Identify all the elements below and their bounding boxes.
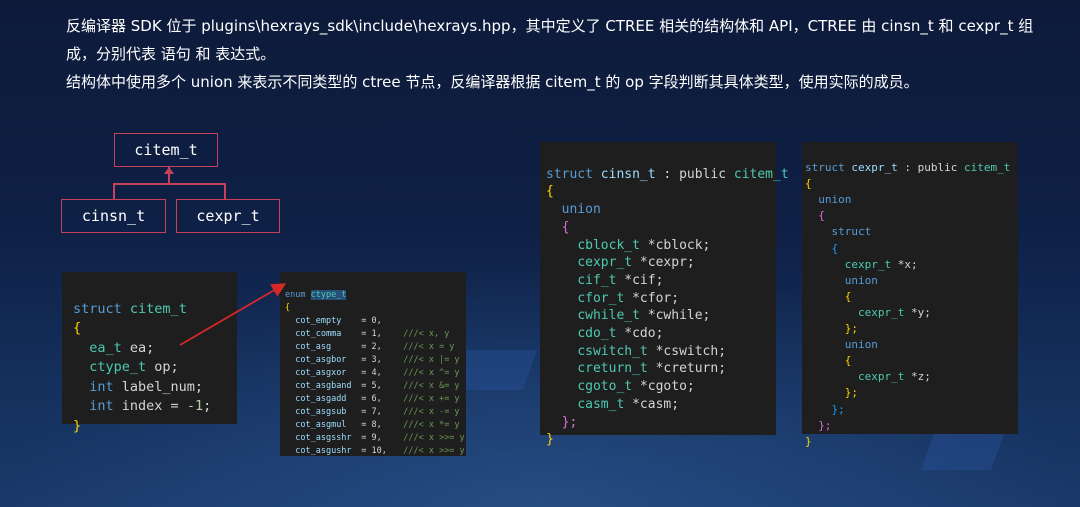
cexpr-struct-close: }; (831, 402, 845, 416)
cinsn-member: casm_t *casm; (577, 396, 680, 412)
cinsn-member: cswitch_t *cswitch; (577, 343, 727, 359)
cinsn-line-header: struct cinsn_t : public citem_t (546, 166, 789, 182)
citem-line-header: struct citem_t (73, 300, 187, 317)
description-text: 反编译器 SDK 位于 plugins\hexrays_sdk\include\… (66, 12, 1066, 96)
enum-entry: cot_comma = 1,///< x, y (295, 329, 450, 339)
enum-entry: cot_empty = 0, (295, 316, 382, 326)
cinsn-member: cfor_t *cfor; (577, 290, 680, 306)
cinsn-member: cwhile_t *cwhile; (577, 308, 711, 324)
cexpr-union-y-open: { (844, 289, 852, 303)
cinsn-member: cif_t *cif; (577, 272, 664, 288)
cinsn-member: cexpr_t *cexpr; (577, 255, 695, 271)
cexpr-code-block: struct cexpr_t : public citem_t { union {… (802, 142, 1018, 448)
cexpr-line-header: struct cexpr_t : public citem_t (805, 161, 1011, 175)
diagram-horizontal-connector (113, 183, 225, 185)
cinsn-close-brace: } (546, 432, 554, 448)
enum-entry: cot_asgsshr = 9,///< x >>= y (295, 433, 465, 443)
cexpr-field-y: cexpr_t *y; (857, 305, 931, 319)
enum-line-header: enum ctype_t (285, 290, 347, 300)
diagram-arrow-head (164, 167, 174, 174)
cexpr-struct-open: { (831, 241, 839, 255)
enum-entry: cot_asg = 2,///< x = y (295, 342, 455, 352)
cinsn-member: cdo_t *cdo; (577, 326, 664, 342)
enum-entry: cot_asgushr = 10,///< x >>= y (295, 446, 465, 456)
enum-entries: cot_empty = 0, cot_comma = 1,///< x, y cot… (285, 315, 465, 456)
enum-entry: cot_asgsub = 7,///< x -= y (295, 407, 460, 417)
cexpr-close-brace: } (805, 434, 812, 448)
cexpr-union-z-open: { (844, 354, 852, 368)
enum-entry: cot_asgadd = 6,///< x += y (295, 394, 460, 404)
citem-field-label-num: int label_num; (89, 378, 204, 395)
diagram-child-cinsn: cinsn_t (61, 199, 166, 233)
cinsn-member: creturn_t *creturn; (577, 361, 727, 377)
cinsn-members: cblock_t *cblock; cexpr_t *cexpr; cif_t … (546, 237, 770, 414)
cinsn-member: cgoto_t *cgoto; (577, 379, 695, 395)
cinsn-code-block: struct cinsn_t : public citem_t { union {… (540, 142, 789, 447)
enum-entry: cot_asgmul = 8,///< x *= y (295, 420, 460, 430)
diagram-right-label: cexpr_t (196, 207, 260, 225)
citem-field-op: ctype_t op; (89, 359, 179, 375)
cinsn-union-open: { (561, 219, 570, 235)
diagram-right-connector (224, 183, 226, 199)
diagram-left-label: cinsn_t (81, 207, 146, 225)
cinsn-union: union (561, 202, 601, 218)
citem-field-index: int index = -1; (89, 398, 212, 414)
cexpr-union-y-close: }; (844, 322, 858, 336)
diagram-child-cexpr: cexpr_t (176, 199, 280, 233)
cexpr-union-y: union (844, 273, 878, 287)
citem-open-brace: { (73, 320, 82, 336)
enum-entry: cot_asgband = 5,///< x &= y (295, 381, 460, 391)
cexpr-field-z: cexpr_t *z; (857, 370, 931, 384)
citem-close-brace: } (73, 417, 82, 434)
description-line-3: 结构体中使用多个 union 来表示不同类型的 ctree 节点，反编译器根据 … (66, 73, 919, 91)
description-line-2: 成，分别代表 语句 和 表达式。 (66, 45, 276, 63)
cinsn-open-brace: { (546, 184, 554, 200)
enum-open-brace: { (285, 303, 291, 313)
cexpr-union-z: union (844, 338, 878, 352)
cinsn-member: cblock_t *cblock; (577, 237, 711, 253)
description-line-1: 反编译器 SDK 位于 plugins\hexrays_sdk\include\… (66, 17, 1034, 35)
cexpr-union: union (818, 193, 852, 207)
citem-code-block: struct citem_t { ea_t ea; ctype_t op; int… (62, 272, 237, 434)
enum-entry: cot_asgbor = 3,///< x |= y (295, 355, 460, 365)
diagram-root-citem: citem_t (114, 133, 218, 167)
cexpr-union-close: }; (818, 418, 832, 432)
diagram-left-connector (113, 183, 115, 199)
cexpr-field-x: cexpr_t *x; (844, 257, 918, 271)
cexpr-struct: struct (831, 225, 872, 239)
diagram-root-label: citem_t (134, 141, 198, 159)
enum-entry: cot_asgxor = 4,///< x ^= y (295, 368, 460, 378)
enum-code-block: enum ctype_t { cot_empty = 0, cot_comma = 1… (280, 272, 466, 456)
cexpr-union-z-close: }; (844, 386, 858, 400)
cinsn-union-close: }; (561, 414, 578, 430)
cexpr-open-brace: { (805, 177, 812, 191)
cexpr-union-open: { (818, 209, 825, 223)
citem-field-ea: ea_t ea; (89, 339, 155, 356)
